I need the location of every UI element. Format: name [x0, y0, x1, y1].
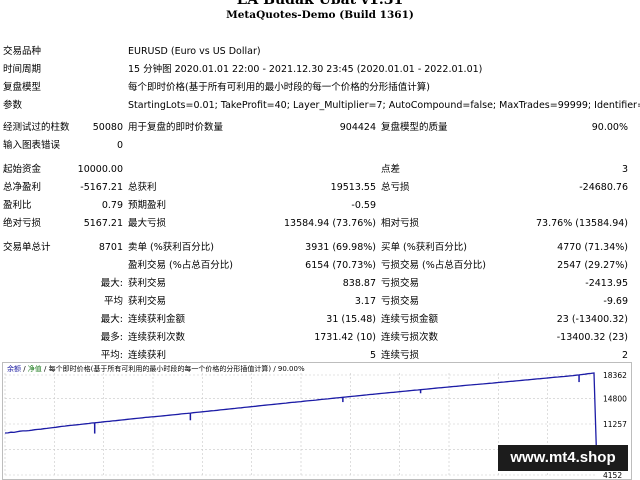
report-cell: 最大: [100, 278, 123, 289]
report-cell: 最多: [100, 332, 123, 343]
report-cell: 连续亏损 [381, 350, 420, 361]
report-cell: 参数 [3, 100, 23, 111]
report-cell: -5167.21 [80, 182, 123, 193]
report-cell: 10000.00 [77, 164, 123, 175]
report-cell: 经测试过的柱数 [3, 122, 70, 133]
report-cell: 19513.55 [330, 182, 376, 193]
report-cell: 每个即时价格(基于所有可利用的最小时段的每一个价格的分形插值计算) [128, 82, 430, 93]
report-cell: 3931 (69.98%) [305, 242, 376, 253]
report-cell: 连续亏损金额 [381, 314, 439, 325]
report-cell: 4770 (71.34%) [557, 242, 628, 253]
report-cell: -2413.95 [585, 278, 628, 289]
report-cell: 平均 [103, 296, 123, 307]
report-cell: 预期盈利 [128, 200, 167, 211]
report-cell: 绝对亏损 [3, 218, 42, 229]
report-cell: 90.00% [591, 122, 628, 133]
report-cell: 点差 [381, 164, 401, 175]
report-cell: 平均: [100, 350, 123, 361]
report-cell: EURUSD (Euro vs US Dollar) [128, 46, 261, 57]
report-cell: 获利交易 [128, 278, 167, 289]
report-cell: -0.59 [351, 200, 376, 211]
report-cell: 相对亏损 [381, 218, 420, 229]
report-cell: 1731.42 (10) [314, 332, 376, 343]
report-cell: 输入图表错误 [3, 140, 61, 151]
report-cell: 3 [621, 164, 628, 175]
report-cell: 15 分钟图 2020.01.01 22:00 - 2021.12.30 23:… [128, 64, 483, 75]
report-title: EA Budak Ubat v1.31 [236, 0, 404, 8]
report-cell: 31 (15.48) [326, 314, 376, 325]
report-cell: 3.17 [354, 296, 376, 307]
report-cell: 904424 [339, 122, 376, 133]
report-cell: 13584.94 (73.76%) [284, 218, 376, 229]
report-cell: 6154 (70.73%) [305, 260, 376, 271]
report-cell: 连续获利次数 [128, 332, 186, 343]
report-cell: 买单 (%获利百分比) [381, 242, 467, 253]
y-tick-label: 18362 [603, 371, 627, 380]
report-cell: 盈利交易 (%占总百分比) [128, 260, 233, 271]
watermark-logo: www.mt4.shop [498, 445, 628, 471]
report-cell: 亏损交易 [381, 278, 420, 289]
report-cell: 亏损交易 (%占总百分比) [381, 260, 486, 271]
report-cell: 总亏损 [381, 182, 410, 193]
report-cell: 838.87 [342, 278, 376, 289]
report-cell: -9.69 [603, 296, 628, 307]
report-cell: -24680.76 [579, 182, 628, 193]
report-cell: 总净盈利 [3, 182, 42, 193]
report-cell: -13400.32 (23) [556, 332, 628, 343]
report-cell: 8701 [98, 242, 123, 253]
report-cell: StartingLots=0.01; TakeProfit=40; Layer_… [128, 100, 640, 111]
report-cell: 连续获利金额 [128, 314, 186, 325]
report-cell: 最大亏损 [128, 218, 167, 229]
report-cell: 获利交易 [128, 296, 167, 307]
report-table: 交易品种 EURUSD (Euro vs US Dollar) 时间周期 15 分钟图… [0, 36, 640, 361]
report-cell: 23 (-13400.32) [556, 314, 628, 325]
report-cell: 复盘模型 [3, 82, 42, 93]
y-tick-label: 14800 [603, 395, 627, 404]
report-cell: 亏损交易 [381, 296, 420, 307]
report-subtitle: MetaQuotes-Demo (Build 1361) [226, 9, 414, 21]
report-cell: 连续亏损次数 [381, 332, 439, 343]
report-cell: 盈利比 [3, 200, 32, 211]
report-cell: 73.76% (13584.94) [536, 218, 628, 229]
report-cell: 总获利 [128, 182, 157, 193]
y-tick-label: 4152 [603, 471, 622, 479]
report-cell: 5 [369, 350, 376, 361]
report-cell: 5167.21 [83, 218, 123, 229]
report-cell: 交易品种 [3, 46, 42, 57]
report-cell: 连续获利 [128, 350, 167, 361]
report-cell: 2547 (29.27%) [557, 260, 628, 271]
report-cell: 2 [621, 350, 628, 361]
report-cell: 起始资金 [3, 164, 42, 175]
y-tick-label: 11257 [603, 420, 627, 429]
report-cell: 时间周期 [3, 64, 42, 75]
report-cell: 0 [116, 140, 123, 151]
report-cell: 50080 [92, 122, 123, 133]
report-cell: 交易单总计 [3, 242, 51, 253]
report-cell: 复盘模型的质量 [381, 122, 448, 133]
report-cell: 用于复盘的即时价数量 [128, 122, 224, 133]
report-cell: 卖单 (%获利百分比) [128, 242, 214, 253]
report-cell: 最大: [100, 314, 123, 325]
report-cell: 0.79 [101, 200, 123, 211]
